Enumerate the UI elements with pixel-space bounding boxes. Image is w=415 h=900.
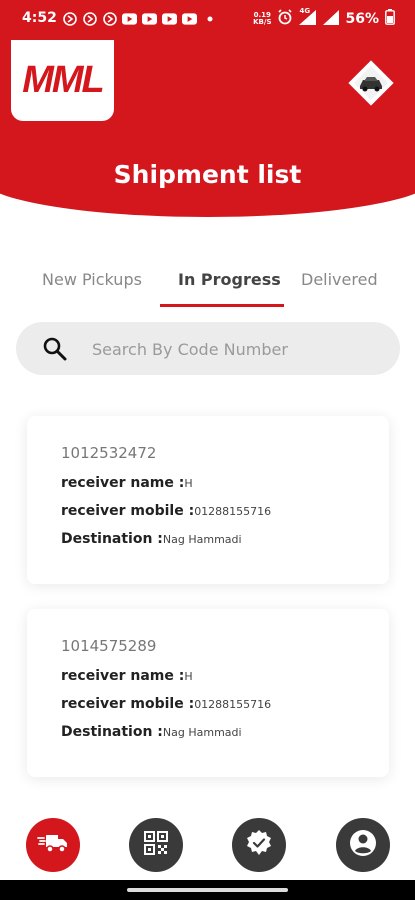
shipment-code: 1014575289 [61, 637, 157, 655]
status-bar: 4:52 0.19 KB/S 4G 56% [0, 0, 415, 38]
app-logo: MML [11, 40, 114, 121]
alarm-icon [277, 9, 293, 29]
battery-icon [385, 9, 395, 29]
signal-icon: 4G [299, 6, 317, 29]
home-gesture-handle[interactable] [127, 888, 288, 892]
nav-qr-scan-button[interactable] [129, 818, 183, 872]
net-speed-unit: KB/S [253, 18, 272, 26]
search-bar[interactable] [16, 322, 400, 375]
tab-in-progress[interactable]: In Progress [178, 270, 281, 289]
youtube-icon [122, 11, 137, 26]
destination-value: Nag Hammadi [162, 533, 242, 546]
receiver-mobile-label: receiver mobile : [61, 503, 195, 519]
receiver-name-label: receiver name : [61, 475, 185, 491]
destination-row: Destination :Nag Hammadi [61, 531, 242, 547]
bottom-navigation [0, 808, 415, 880]
tab-delivered[interactable]: Delivered [301, 270, 378, 289]
shipment-code: 1012532472 [61, 444, 157, 462]
shipment-card[interactable]: 1014575289 receiver name :H receiver mob… [27, 609, 389, 777]
qr-code-icon [143, 830, 169, 861]
logo-text: MML [22, 59, 105, 101]
search-input[interactable] [92, 334, 382, 364]
youtube-icon [182, 11, 197, 26]
youtube-icon [142, 11, 157, 26]
receiver-mobile-value: 01288155716 [194, 698, 272, 711]
notification-app-icon [102, 11, 117, 26]
app-screen: 4:52 0.19 KB/S 4G 56% MML Shipment list … [0, 0, 415, 900]
shipment-card[interactable]: 1012532472 receiver name :H receiver mob… [27, 416, 389, 584]
system-gesture-bar [0, 880, 415, 900]
receiver-mobile-value: 01288155716 [194, 505, 272, 518]
receiver-mobile-row: receiver mobile :01288155716 [61, 696, 271, 712]
nav-profile-button[interactable] [336, 818, 390, 872]
destination-label: Destination : [61, 531, 163, 547]
receiver-name-value: H [184, 477, 193, 490]
search-icon [42, 336, 68, 362]
verified-badge-icon [244, 828, 274, 863]
destination-value: Nag Hammadi [162, 726, 242, 739]
delivery-truck-icon [37, 831, 69, 860]
signal-2-icon [323, 9, 340, 29]
shipment-tabs: New Pickups In Progress Delivered [0, 264, 415, 307]
destination-label: Destination : [61, 724, 163, 740]
youtube-icon [162, 11, 177, 26]
page-title: Shipment list [113, 160, 302, 189]
profile-car-badge[interactable] [345, 57, 397, 109]
battery-percent: 56% [345, 11, 379, 27]
notification-icons [62, 11, 217, 26]
destination-row: Destination :Nag Hammadi [61, 724, 242, 740]
receiver-mobile-row: receiver mobile :01288155716 [61, 503, 271, 519]
status-right: 0.19 KB/S 4G 56% [253, 6, 395, 29]
receiver-name-row: receiver name :H [61, 668, 193, 684]
tab-new-pickups[interactable]: New Pickups [42, 270, 142, 289]
notification-app-icon [82, 11, 97, 26]
account-icon [348, 828, 378, 863]
receiver-mobile-label: receiver mobile : [61, 696, 195, 712]
active-tab-indicator [160, 304, 284, 307]
receiver-name-label: receiver name : [61, 668, 185, 684]
more-dot-icon [202, 11, 217, 26]
receiver-name-row: receiver name :H [61, 475, 193, 491]
receiver-name-value: H [184, 670, 193, 683]
notification-app-icon [62, 11, 77, 26]
nav-shipments-button[interactable] [26, 818, 80, 872]
status-time: 4:52 [22, 10, 57, 26]
net-speed: 0.19 KB/S [253, 12, 271, 26]
nav-delivered-button[interactable] [232, 818, 286, 872]
network-type: 4G [299, 6, 311, 15]
